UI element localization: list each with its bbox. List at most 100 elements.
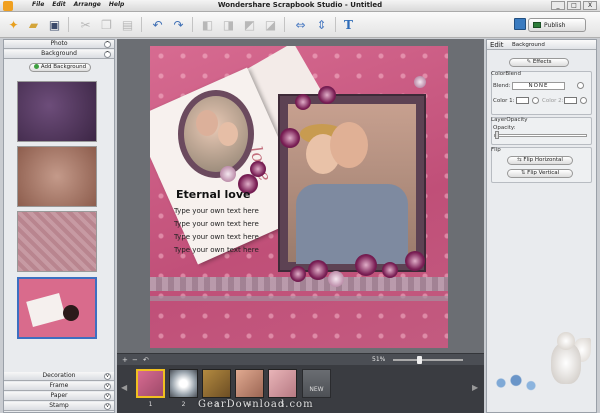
title-bar: File Edit Arrange Help Wondershare Scrap… xyxy=(0,0,600,12)
toolbar-separator xyxy=(141,17,142,32)
redo-icon[interactable]: ↷ xyxy=(170,16,187,33)
save-icon[interactable]: ▣ xyxy=(46,16,63,33)
chevron-up-icon[interactable]: ^ xyxy=(104,41,111,48)
bring-front-icon[interactable]: ◧ xyxy=(199,16,216,33)
page-thumbnail[interactable] xyxy=(202,369,231,398)
flower-decoration[interactable] xyxy=(355,254,377,276)
background-thumbnail[interactable] xyxy=(17,81,97,142)
flower-decoration[interactable] xyxy=(414,76,426,88)
section-stamp-label: Stamp xyxy=(49,402,69,409)
photo-face xyxy=(196,110,218,136)
flip-horizontal-button[interactable]: ⇆ Flip Horizontal xyxy=(507,156,573,165)
section-frame[interactable]: Frame v xyxy=(4,382,114,391)
canvas-heading[interactable]: Eternal love xyxy=(176,188,250,201)
toolbar: ✦ ▰ ▣ ✂ ❐ ▤ ↶ ↷ ◧ ◨ ◩ ◪ ⇔ ⇕ T Publish xyxy=(0,12,600,38)
oval-photo-frame[interactable] xyxy=(178,90,254,178)
chevron-down-icon[interactable]: v xyxy=(104,403,111,410)
paste-icon[interactable]: ▤ xyxy=(119,16,136,33)
chevron-down-icon[interactable]: v xyxy=(104,383,111,390)
open-icon[interactable]: ▰ xyxy=(25,16,42,33)
flower-decoration[interactable] xyxy=(405,251,425,271)
section-paper[interactable]: Paper v xyxy=(4,392,114,401)
section-decoration[interactable]: Decoration v xyxy=(4,372,114,381)
background-thumbnail-selected[interactable] xyxy=(17,277,97,339)
right-panel: Edit Background ✎ Effects ColorBlend Ble… xyxy=(486,39,597,413)
send-back-icon[interactable]: ◨ xyxy=(220,16,237,33)
chevron-down-icon[interactable]: v xyxy=(104,373,111,380)
cut-icon[interactable]: ✂ xyxy=(77,16,94,33)
new-icon[interactable]: ✦ xyxy=(5,16,22,33)
flower-decoration[interactable] xyxy=(308,260,328,280)
section-stamp[interactable]: Stamp v xyxy=(4,402,114,411)
text-icon[interactable]: T xyxy=(340,16,357,33)
photo-face xyxy=(330,122,368,168)
group-icon[interactable]: ◩ xyxy=(241,16,258,33)
flower-decoration[interactable] xyxy=(382,262,398,278)
opacity-slider-thumb[interactable] xyxy=(495,131,499,139)
tab-background[interactable]: Background xyxy=(512,42,545,48)
zoom-slider-thumb[interactable] xyxy=(417,356,422,364)
background-thumbnail[interactable] xyxy=(17,146,97,207)
color2-picker-icon[interactable] xyxy=(580,97,587,104)
flip-vertical-button[interactable]: ⇅ Flip Vertical xyxy=(507,169,573,178)
flower-decoration[interactable] xyxy=(295,94,311,110)
canvas-text-line[interactable]: Type your own text here xyxy=(174,207,259,215)
left-panel: Photo ^ Background ^ Add Background Deco… xyxy=(3,39,115,413)
scrapbook-canvas[interactable]: love Eternal love Type your own text her… xyxy=(150,46,448,348)
ribbon-band[interactable] xyxy=(150,296,448,301)
color2-swatch[interactable] xyxy=(564,97,577,104)
blend-dropdown-icon[interactable] xyxy=(577,82,584,89)
zoom-bar: + − ↶ 51% xyxy=(117,353,484,365)
effects-label: Effects xyxy=(532,59,552,65)
page-thumbnail[interactable] xyxy=(169,369,198,398)
page-thumbnail[interactable] xyxy=(268,369,297,398)
canvas-text-line[interactable]: Type your own text here xyxy=(174,220,259,228)
flower-decoration[interactable] xyxy=(328,271,344,287)
section-photo[interactable]: Photo ^ xyxy=(4,40,114,49)
opacity-slider-track[interactable] xyxy=(494,134,587,137)
copy-icon[interactable]: ❐ xyxy=(98,16,115,33)
rotate-icon[interactable]: ↶ xyxy=(143,356,149,364)
photo-body xyxy=(296,184,408,264)
publish-label: Publish xyxy=(544,21,566,29)
color2-label: Color 2: xyxy=(542,98,564,104)
monitor-icon[interactable] xyxy=(514,18,526,30)
flower-decoration[interactable] xyxy=(220,166,236,182)
add-page-icon[interactable]: + xyxy=(122,356,128,364)
scroll-left-icon[interactable]: ◀ xyxy=(121,383,127,392)
undo-icon[interactable]: ↶ xyxy=(149,16,166,33)
publish-button[interactable]: Publish xyxy=(528,18,586,32)
flower-decoration[interactable] xyxy=(280,128,300,148)
align-icon[interactable]: ⇔ xyxy=(292,16,309,33)
remove-page-icon[interactable]: − xyxy=(132,356,138,364)
distribute-icon[interactable]: ⇕ xyxy=(313,16,330,33)
color1-picker-icon[interactable] xyxy=(532,97,539,104)
canvas-text-line[interactable]: Type your own text here xyxy=(174,246,259,254)
maximize-button[interactable]: □ xyxy=(567,1,581,10)
scroll-right-icon[interactable]: ▶ xyxy=(472,383,478,392)
tab-edit[interactable]: Edit xyxy=(490,41,504,49)
background-thumbnail[interactable] xyxy=(17,211,97,272)
section-photo-label: Photo xyxy=(50,40,68,47)
canvas-text-line[interactable]: Type your own text here xyxy=(174,233,259,241)
blend-select[interactable]: NONE xyxy=(512,82,565,90)
color1-swatch[interactable] xyxy=(516,97,529,104)
page-thumbnail-selected[interactable] xyxy=(136,369,165,398)
panel-tabs: Edit Background xyxy=(487,40,596,50)
flower-decoration[interactable] xyxy=(290,266,306,282)
ungroup-icon[interactable]: ◪ xyxy=(262,16,279,33)
zoom-slider-track[interactable] xyxy=(393,359,463,361)
new-page-button[interactable]: NEW xyxy=(302,369,331,398)
flip-title: Flip xyxy=(491,147,501,153)
page-thumbnail[interactable] xyxy=(235,369,264,398)
close-button[interactable]: X xyxy=(583,1,597,10)
flower-decoration[interactable] xyxy=(318,86,336,104)
blend-label: Blend: xyxy=(493,83,511,89)
section-background[interactable]: Background ^ xyxy=(4,50,114,59)
chevron-down-icon[interactable]: v xyxy=(104,393,111,400)
effects-button[interactable]: ✎ Effects xyxy=(509,58,569,67)
add-background-button[interactable]: Add Background xyxy=(29,63,91,72)
chevron-up-icon[interactable]: ^ xyxy=(104,51,111,58)
rect-photo-frame[interactable] xyxy=(280,96,424,270)
minimize-button[interactable]: _ xyxy=(551,1,565,10)
